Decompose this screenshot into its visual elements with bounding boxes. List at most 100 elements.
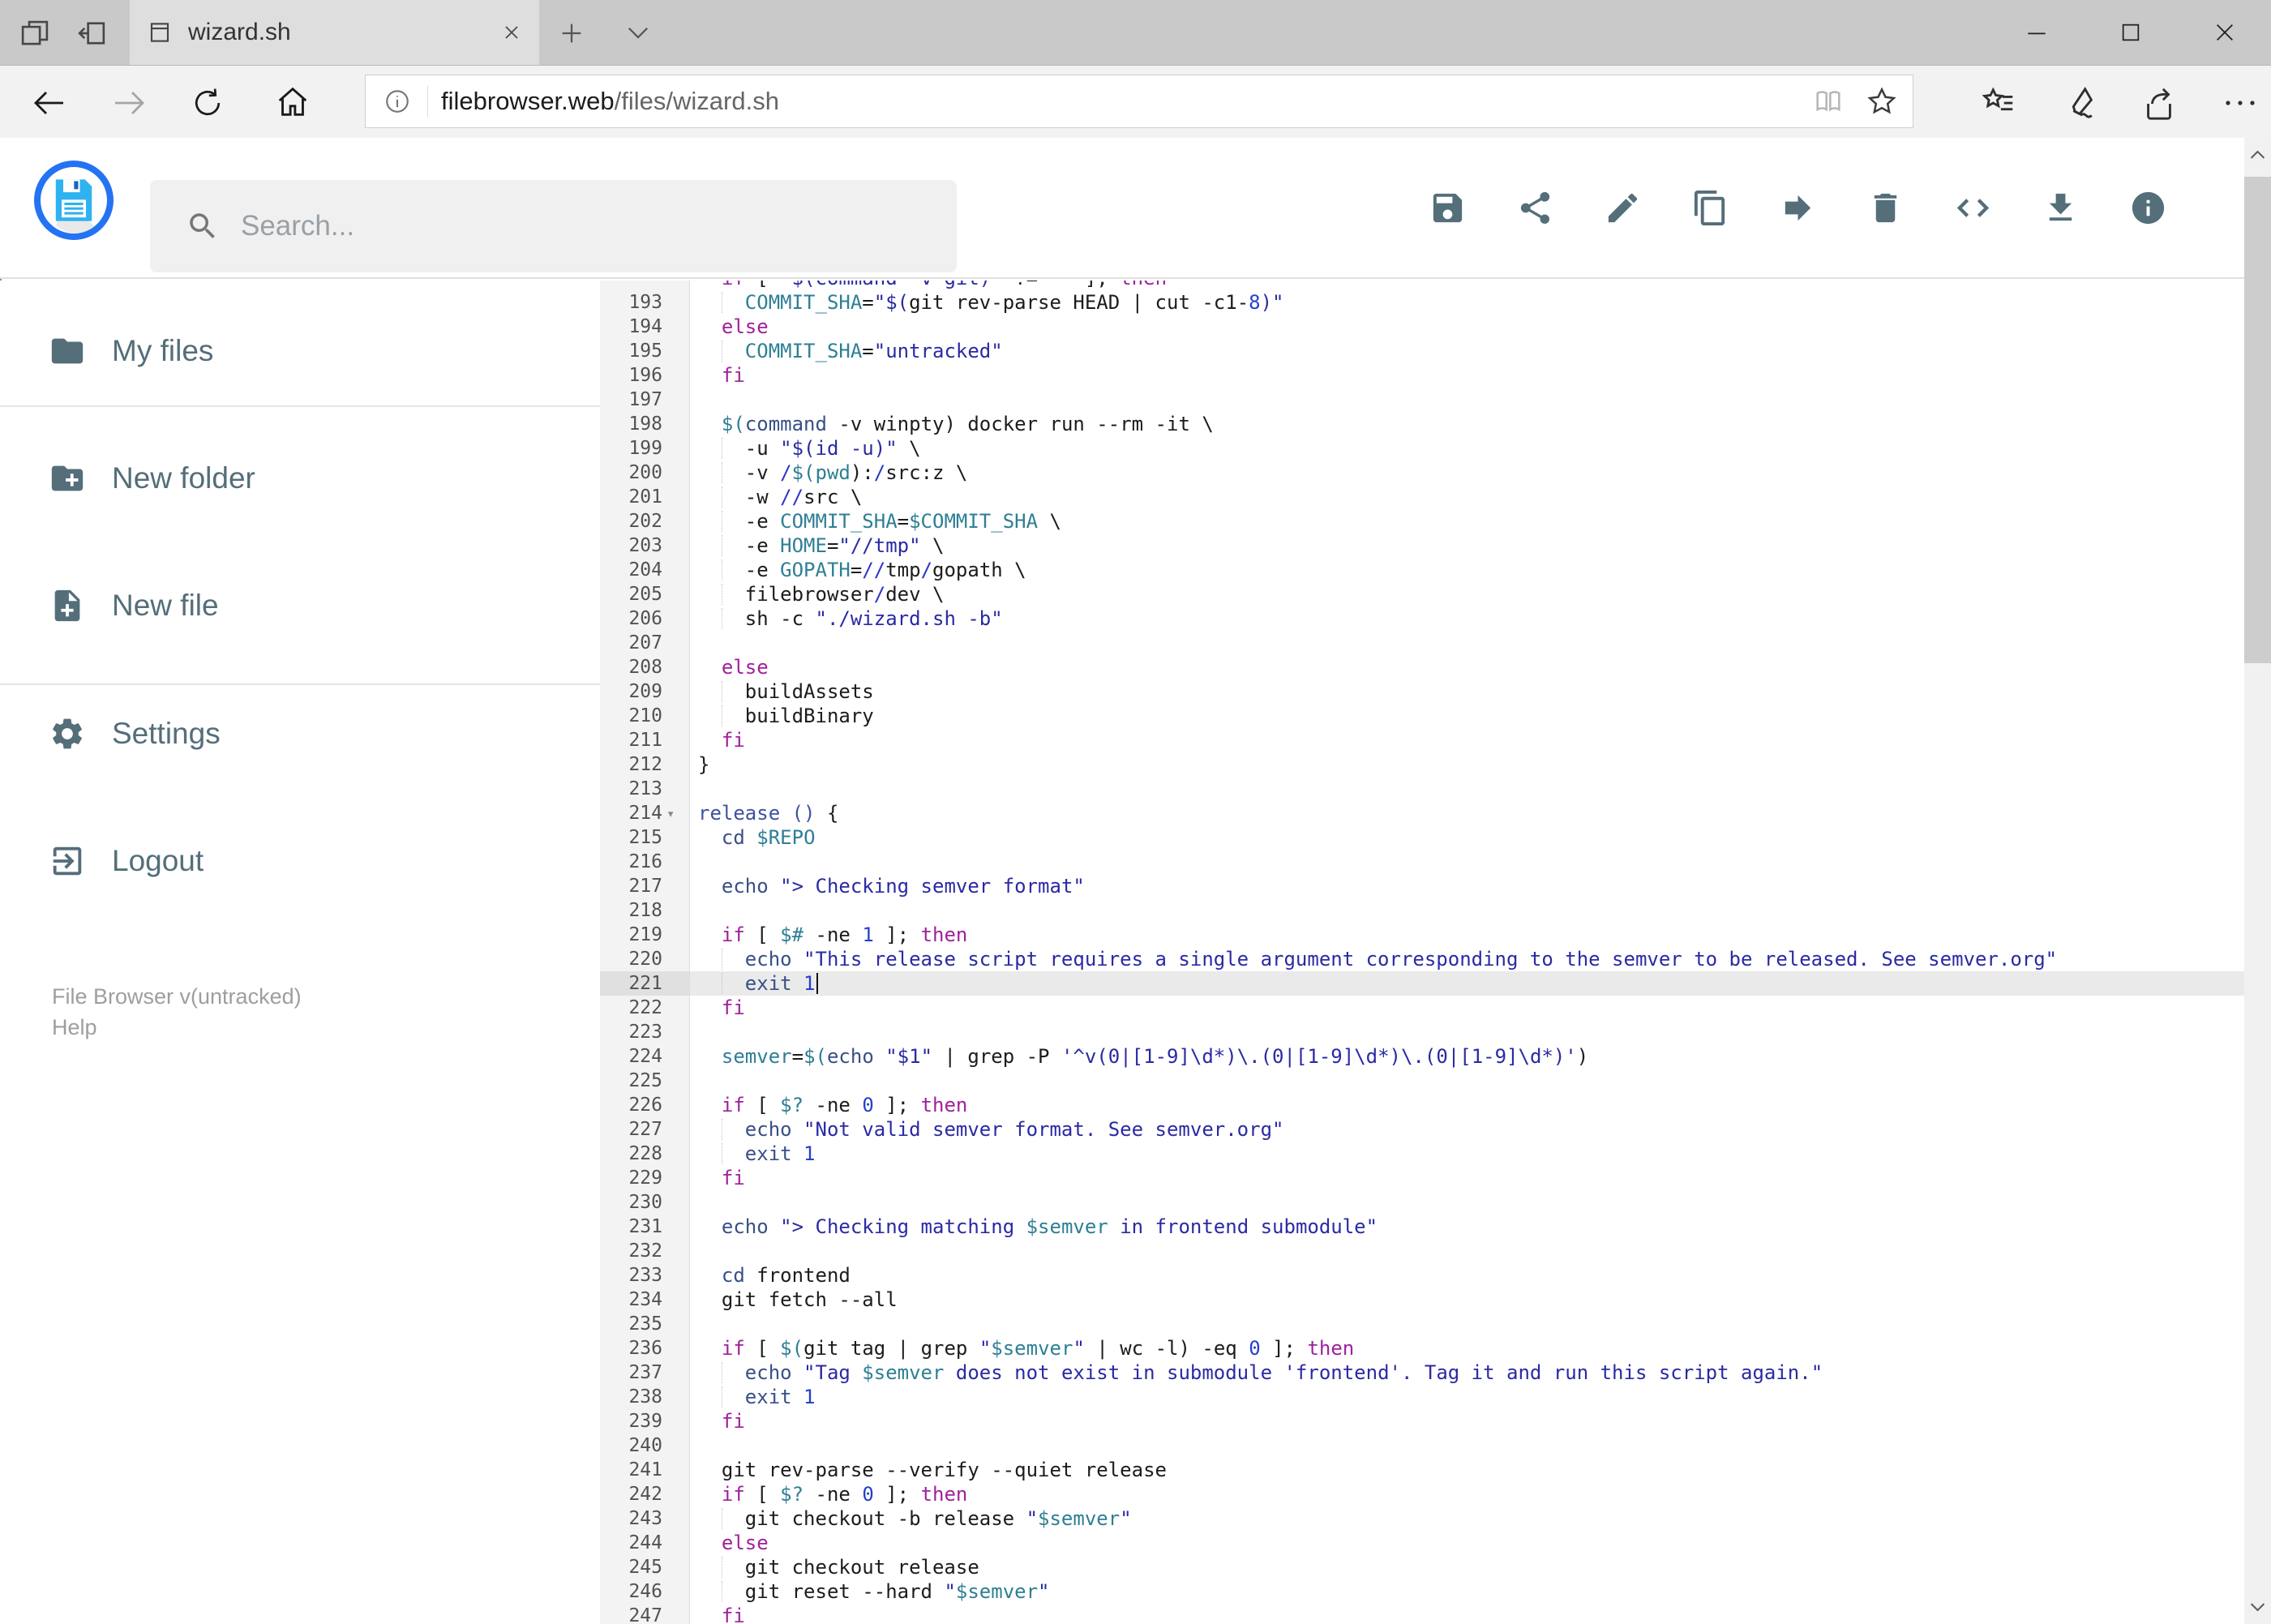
code-line[interactable]: echo "This release script requires a sin… bbox=[690, 947, 2244, 971]
code-line[interactable]: cd $REPO bbox=[690, 825, 2244, 850]
new-tab-button[interactable] bbox=[558, 19, 585, 47]
code-line[interactable]: semver=$(echo "$1" | grep -P '^v(0|[1-9]… bbox=[690, 1044, 2244, 1069]
code-line[interactable]: if [ "$(command -v git)" != "" ]; then bbox=[690, 281, 2244, 290]
code-line[interactable]: -u "$(id -u)" \ bbox=[690, 436, 2244, 461]
share-button[interactable] bbox=[1516, 189, 1554, 227]
favorite-star-icon[interactable] bbox=[1866, 85, 1898, 118]
code-line[interactable]: exit 1 bbox=[690, 1385, 2244, 1409]
code-line[interactable]: exit 1 bbox=[690, 1142, 2244, 1166]
code-line[interactable]: buildBinary bbox=[690, 704, 2244, 728]
filebrowser-logo-icon[interactable] bbox=[34, 161, 114, 240]
share-page-icon[interactable] bbox=[2140, 85, 2178, 122]
code-line[interactable] bbox=[690, 1433, 2244, 1458]
code-line[interactable]: -e HOME="//tmp" \ bbox=[690, 533, 2244, 558]
code-line[interactable] bbox=[690, 1190, 2244, 1215]
code-line[interactable]: fi bbox=[690, 1604, 2244, 1624]
code-line[interactable]: -e COMMIT_SHA=$COMMIT_SHA \ bbox=[690, 509, 2244, 533]
code-line[interactable] bbox=[690, 631, 2244, 655]
info-button[interactable] bbox=[2129, 189, 2167, 227]
code-line[interactable]: if [ $? -ne 0 ]; then bbox=[690, 1482, 2244, 1506]
save-button[interactable] bbox=[1429, 189, 1467, 227]
code-line[interactable]: fi bbox=[690, 363, 2244, 388]
minimize-button[interactable] bbox=[2024, 19, 2050, 45]
maximize-button[interactable] bbox=[2118, 19, 2144, 45]
code-line[interactable]: echo "> Checking semver format" bbox=[690, 874, 2244, 898]
code-line[interactable]: fi bbox=[690, 1409, 2244, 1433]
scrollbar-thumb[interactable] bbox=[2244, 177, 2271, 663]
download-button[interactable] bbox=[2042, 189, 2080, 227]
reading-view-icon[interactable] bbox=[1812, 85, 1845, 118]
code-line[interactable]: exit 1 bbox=[690, 971, 2244, 996]
tab-preview-icon[interactable] bbox=[18, 16, 52, 50]
code-line[interactable]: echo "Not valid semver format. See semve… bbox=[690, 1117, 2244, 1142]
source-code-button[interactable] bbox=[1954, 189, 1992, 227]
code-line[interactable]: -v /$(pwd):/src:z \ bbox=[690, 461, 2244, 485]
forward-icon[interactable] bbox=[110, 84, 149, 122]
code-line[interactable]: else bbox=[690, 315, 2244, 339]
code-line[interactable]: COMMIT_SHA="untracked" bbox=[690, 339, 2244, 363]
home-icon[interactable] bbox=[274, 84, 311, 121]
code-line[interactable]: cd frontend bbox=[690, 1263, 2244, 1288]
code-line[interactable]: -w //src \ bbox=[690, 485, 2244, 509]
code-line[interactable]: if [ $? -ne 0 ]; then bbox=[690, 1093, 2244, 1117]
code-line[interactable]: echo "> Checking matching $semver in fro… bbox=[690, 1215, 2244, 1239]
page-scrollbar[interactable] bbox=[2244, 138, 2271, 1624]
code-line[interactable]: echo "Tag $semver does not exist in subm… bbox=[690, 1360, 2244, 1385]
code-line[interactable]: $(command -v winpty) docker run --rm -it… bbox=[690, 412, 2244, 436]
code-line[interactable]: if [ $(git tag | grep "$semver" | wc -l)… bbox=[690, 1336, 2244, 1360]
code-line[interactable] bbox=[690, 1020, 2244, 1044]
tab-close-icon[interactable] bbox=[502, 23, 521, 42]
code-line[interactable] bbox=[690, 1312, 2244, 1336]
code-line[interactable]: buildAssets bbox=[690, 679, 2244, 704]
address-bar[interactable]: filebrowser.web/files/wizard.sh bbox=[365, 75, 1913, 128]
tabs-aside-icon[interactable] bbox=[75, 16, 109, 50]
refresh-icon[interactable] bbox=[190, 85, 225, 121]
move-button[interactable] bbox=[1779, 189, 1817, 227]
code-line[interactable]: git checkout release bbox=[690, 1555, 2244, 1579]
code-line[interactable]: else bbox=[690, 1531, 2244, 1555]
code-line[interactable] bbox=[690, 898, 2244, 923]
favorites-hub-icon[interactable] bbox=[1980, 85, 2017, 122]
back-icon[interactable] bbox=[29, 84, 68, 122]
code-line[interactable] bbox=[690, 1239, 2244, 1263]
code-line[interactable]: git checkout -b release "$semver" bbox=[690, 1506, 2244, 1531]
code-line[interactable] bbox=[690, 388, 2244, 412]
browser-tab[interactable]: wizard.sh bbox=[130, 0, 539, 65]
code-line[interactable]: else bbox=[690, 655, 2244, 679]
code-line[interactable]: git reset --hard "$semver" bbox=[690, 1579, 2244, 1604]
sidebar-item-new-file[interactable]: New file bbox=[0, 573, 600, 638]
close-button[interactable] bbox=[2212, 19, 2238, 45]
sidebar-item-new-folder[interactable]: New folder bbox=[0, 446, 600, 511]
scroll-up-icon[interactable] bbox=[2247, 144, 2269, 166]
sidebar-item-settings[interactable]: Settings bbox=[0, 701, 600, 766]
code-line[interactable] bbox=[690, 1069, 2244, 1093]
code-line[interactable]: sh -c "./wizard.sh -b" bbox=[690, 606, 2244, 631]
help-link[interactable]: Help bbox=[52, 1015, 97, 1040]
code-line[interactable]: filebrowser/dev \ bbox=[690, 582, 2244, 606]
code-line[interactable]: COMMIT_SHA="$(git rev-parse HEAD | cut -… bbox=[690, 290, 2244, 315]
sidebar-item-my-files[interactable]: My files bbox=[0, 319, 600, 384]
code-line[interactable]: git rev-parse --verify --quiet release bbox=[690, 1458, 2244, 1482]
site-info-icon[interactable] bbox=[383, 88, 411, 115]
copy-button[interactable] bbox=[1691, 189, 1729, 227]
rename-button[interactable] bbox=[1604, 189, 1642, 227]
code-line[interactable]: fi bbox=[690, 728, 2244, 752]
sidebar-item-logout[interactable]: Logout bbox=[0, 829, 600, 893]
code-line[interactable]: fi bbox=[690, 996, 2244, 1020]
web-note-pen-icon[interactable] bbox=[2061, 85, 2098, 122]
delete-button[interactable] bbox=[1866, 189, 1905, 227]
code-line[interactable]: release () { bbox=[690, 801, 2244, 825]
more-options-icon[interactable] bbox=[2223, 93, 2257, 113]
code-line[interactable]: -e GOPATH=//tmp/gopath \ bbox=[690, 558, 2244, 582]
code-line[interactable]: git fetch --all bbox=[690, 1288, 2244, 1312]
tab-list-chevron-icon[interactable] bbox=[626, 24, 650, 42]
code-line[interactable]: } bbox=[690, 752, 2244, 777]
scroll-down-icon[interactable] bbox=[2247, 1596, 2269, 1618]
code-line[interactable]: fi bbox=[690, 1166, 2244, 1190]
search-input[interactable]: Search... bbox=[150, 180, 957, 272]
code-line[interactable] bbox=[690, 777, 2244, 801]
code-line[interactable]: if [ $# -ne 1 ]; then bbox=[690, 923, 2244, 947]
code-editor[interactable]: if [ "$(command -v git)" != "" ]; then 19… bbox=[600, 281, 2244, 1624]
code-line[interactable] bbox=[690, 850, 2244, 874]
fold-marker-icon[interactable]: ▾ bbox=[666, 802, 675, 826]
